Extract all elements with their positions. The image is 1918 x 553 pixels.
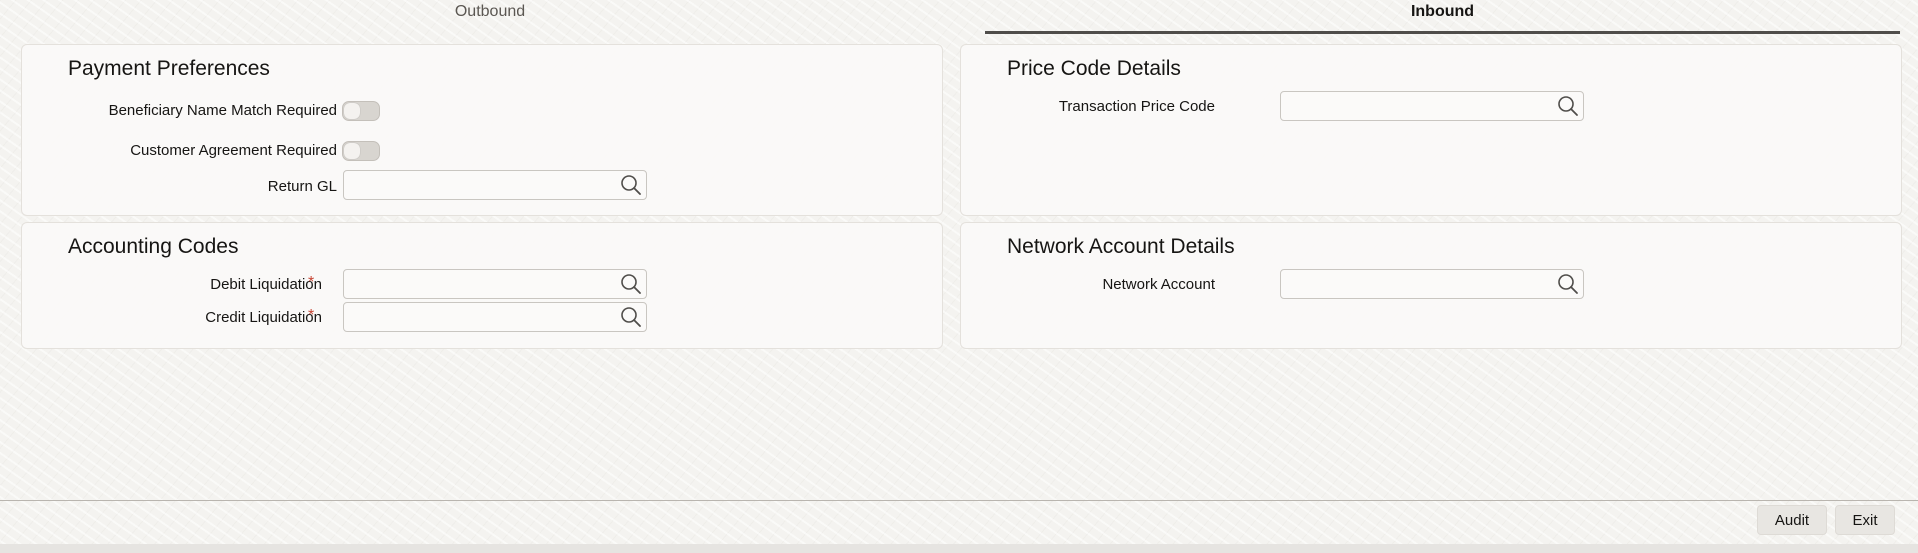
toggle-knob bbox=[344, 143, 360, 159]
price-code-details-panel: Price Code Details Transaction Price Cod… bbox=[960, 44, 1902, 216]
credit-liquidation-lov bbox=[343, 302, 647, 332]
accounting-codes-title: Accounting Codes bbox=[68, 235, 239, 258]
transaction-price-code-label: Transaction Price Code bbox=[1058, 98, 1215, 115]
footer-bar bbox=[0, 544, 1918, 553]
network-account-label: Network Account bbox=[1102, 276, 1215, 293]
search-icon[interactable] bbox=[618, 272, 644, 296]
accounting-codes-panel: Accounting Codes Debit Liquidation * Cre… bbox=[21, 222, 943, 349]
search-icon[interactable] bbox=[1555, 94, 1581, 118]
footer-divider bbox=[0, 500, 1918, 501]
return-gl-lov bbox=[343, 170, 647, 200]
customer-agreement-toggle[interactable] bbox=[342, 141, 380, 161]
search-icon[interactable] bbox=[1555, 272, 1581, 296]
credit-liquidation-input[interactable] bbox=[344, 303, 604, 331]
transaction-price-code-lov bbox=[1280, 91, 1584, 121]
debit-liquidation-lov bbox=[343, 269, 647, 299]
network-account-input[interactable] bbox=[1281, 270, 1541, 298]
tab-outbound[interactable]: Outbound bbox=[20, 0, 960, 30]
required-marker: * bbox=[308, 274, 315, 291]
credit-liquidation-label: Credit Liquidation bbox=[205, 309, 322, 326]
audit-button[interactable]: Audit bbox=[1757, 505, 1827, 535]
price-code-details-title: Price Code Details bbox=[1007, 57, 1181, 80]
return-gl-input[interactable] bbox=[344, 171, 604, 199]
required-marker: * bbox=[308, 307, 315, 324]
exit-button[interactable]: Exit bbox=[1835, 505, 1895, 535]
network-account-lov bbox=[1280, 269, 1584, 299]
transaction-price-code-input[interactable] bbox=[1281, 92, 1541, 120]
payment-preferences-panel: Payment Preferences Beneficiary Name Mat… bbox=[21, 44, 943, 216]
tab-inbound[interactable]: Inbound bbox=[985, 0, 1900, 34]
payment-preferences-title: Payment Preferences bbox=[68, 57, 270, 80]
network-account-details-panel: Network Account Details Network Account bbox=[960, 222, 1902, 349]
network-account-details-title: Network Account Details bbox=[1007, 235, 1235, 258]
return-gl-label: Return GL bbox=[267, 178, 337, 195]
beneficiary-name-match-toggle[interactable] bbox=[342, 101, 380, 121]
customer-agreement-label: Customer Agreement Required bbox=[130, 142, 337, 159]
search-icon[interactable] bbox=[618, 305, 644, 329]
toggle-knob bbox=[344, 103, 360, 119]
search-icon[interactable] bbox=[618, 173, 644, 197]
beneficiary-name-match-label: Beneficiary Name Match Required bbox=[108, 102, 337, 119]
debit-liquidation-input[interactable] bbox=[344, 270, 604, 298]
debit-liquidation-label: Debit Liquidation bbox=[210, 276, 322, 293]
